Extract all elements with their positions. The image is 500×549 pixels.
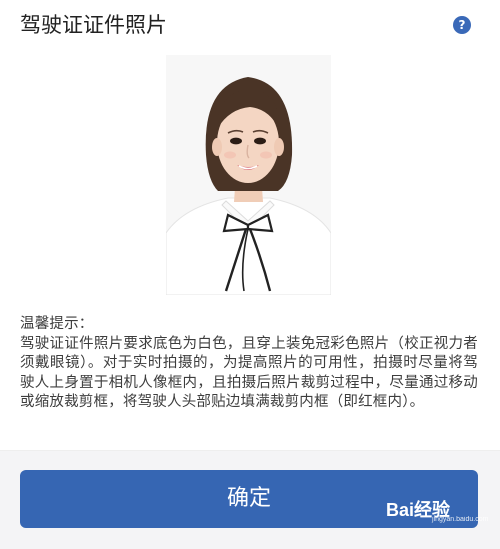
page-title: 驾驶证证件照片 <box>20 13 167 37</box>
sample-portrait-image <box>166 55 331 295</box>
help-icon[interactable]: ? <box>453 16 471 34</box>
watermark-url: jingyan.baidu.com <box>432 516 489 523</box>
tips-section: 温馨提示： 驾驶证证件照片要求底色为白色，且穿上装免冠彩色照片（校正视力者须戴眼… <box>20 315 478 413</box>
sample-id-photo <box>166 55 331 295</box>
tips-body: 驾驶证证件照片要求底色为白色，且穿上装免冠彩色照片（校正视力者须戴眼镜）。对于实… <box>20 335 478 411</box>
tips-heading: 温馨提示： <box>20 316 94 332</box>
baidu-jingyan-watermark: Bai经验 jingyan.baidu.com <box>386 494 490 526</box>
